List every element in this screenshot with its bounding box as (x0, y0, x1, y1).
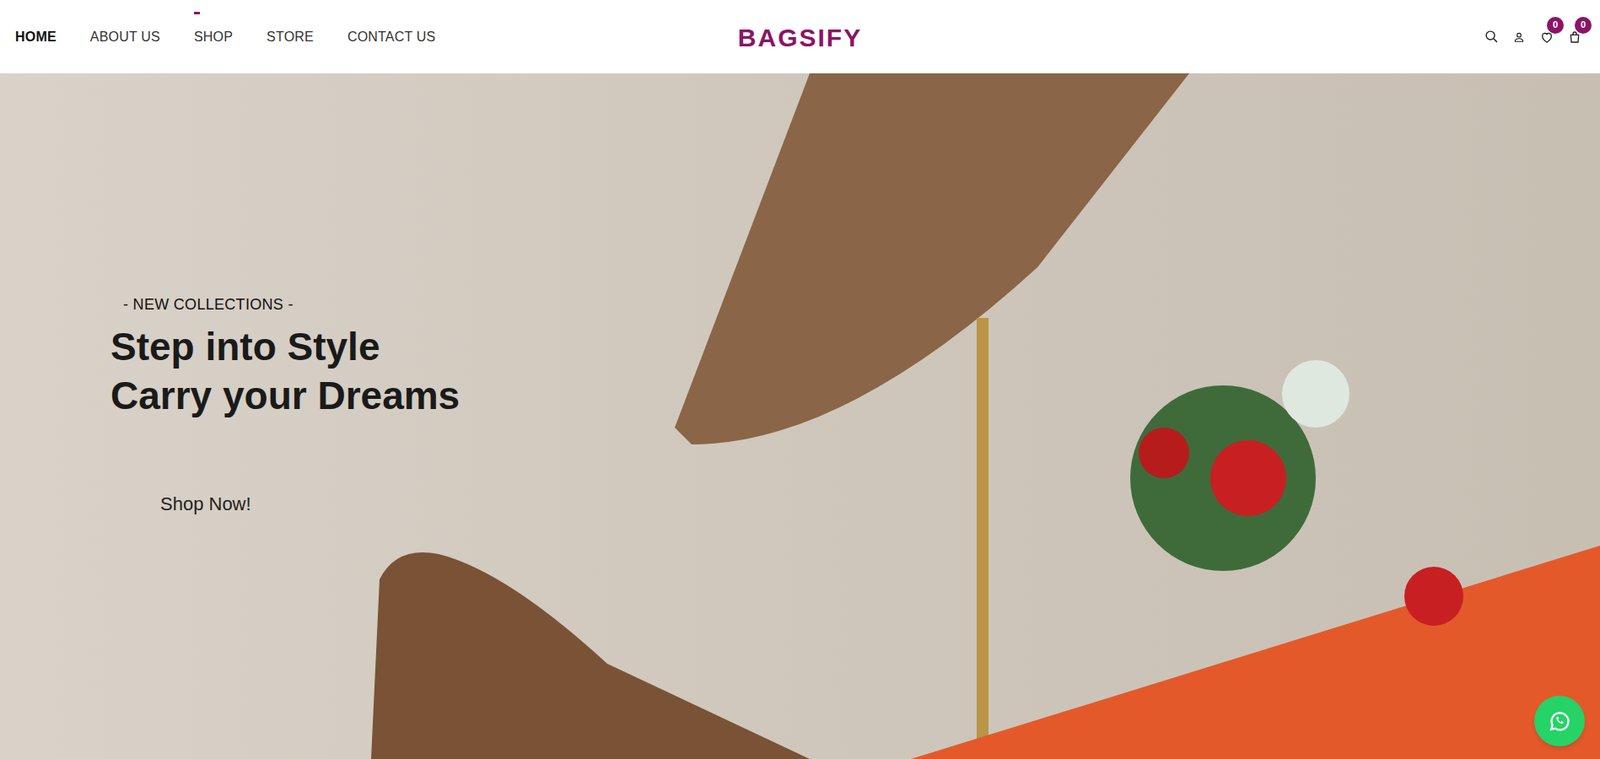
site-header: HOME ABOUT US SHOP STORE CONTACT US BAGSIFY 00 (0, 0, 1600, 74)
header-icons: 00 (1482, 28, 1585, 46)
cart-badge: 0 (1574, 16, 1592, 34)
hero-headline: Step into StyleCarry your Dreams (110, 322, 460, 421)
user-icon[interactable] (1510, 28, 1528, 46)
nav-item[interactable]: CONTACT US (347, 26, 437, 48)
search-icon[interactable] (1482, 28, 1500, 46)
whatsapp-icon (1546, 708, 1573, 734)
nav-item[interactable]: SHOP (193, 26, 233, 48)
shop-now-button[interactable]: Shop Now! (110, 481, 302, 528)
nav-marker (193, 11, 200, 15)
hero-content: - NEW COLLECTIONS - Step into StyleCarry … (0, 73, 1600, 528)
main-nav: HOME ABOUT US SHOP STORE CONTACT US (15, 26, 436, 48)
logo[interactable]: BAGSIFY (738, 18, 862, 57)
wishlist-badge: 0 (1546, 16, 1564, 34)
cart-button[interactable]: 0 (1566, 28, 1584, 46)
headline-line: Carry your Dreams (110, 371, 460, 421)
wishlist-button[interactable]: 0 (1538, 28, 1556, 46)
whatsapp-button[interactable] (1534, 695, 1585, 747)
headline-line: Step into Style (110, 322, 460, 372)
hero: - NEW COLLECTIONS - Step into StyleCarry … (0, 73, 1600, 759)
nav-item[interactable]: ABOUT US (90, 26, 161, 48)
nav-item[interactable]: HOME (15, 26, 57, 48)
nav-item[interactable]: STORE (266, 26, 314, 48)
hero-eyebrow: - NEW COLLECTIONS - (110, 294, 294, 315)
